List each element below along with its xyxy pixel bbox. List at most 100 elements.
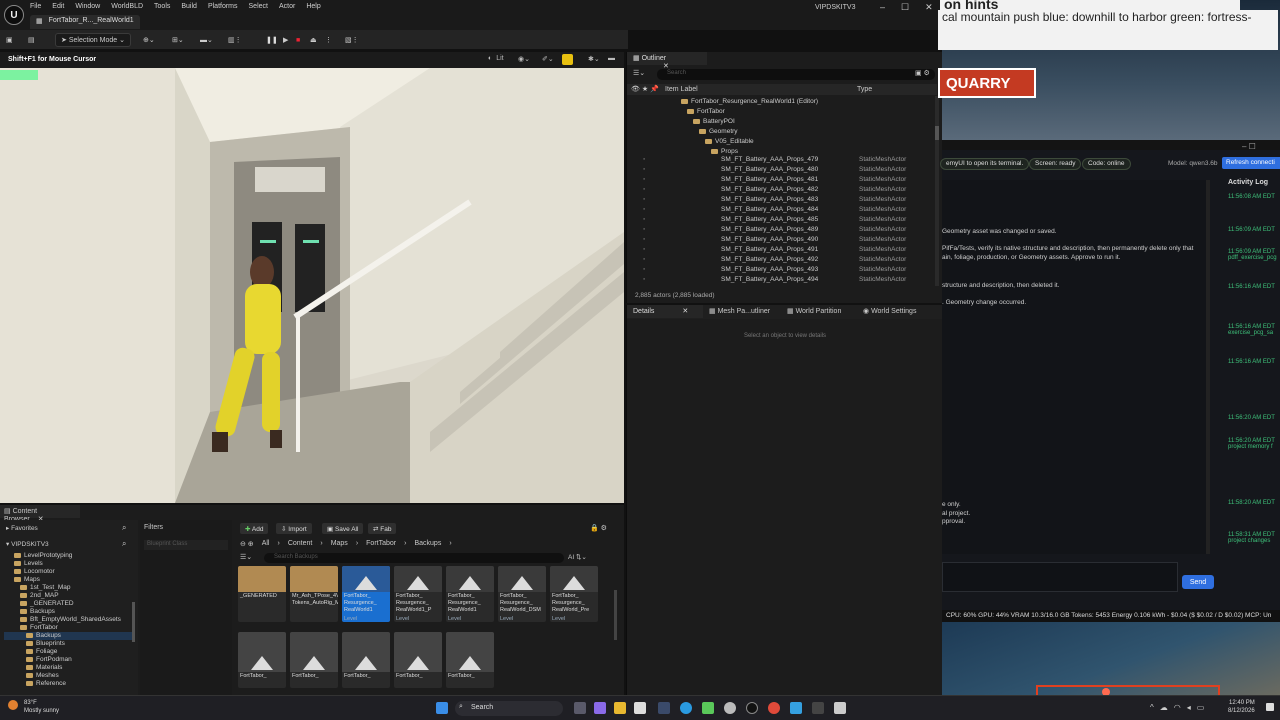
blueprint-icon[interactable]: ⊞⌄ xyxy=(172,33,184,47)
folder-tree-item[interactable]: _GENERATED xyxy=(4,600,74,608)
outliner-tree-row[interactable]: FortTabor_Resurgence_RealWorld1 (Editor) xyxy=(629,98,935,108)
start-icon[interactable] xyxy=(436,702,448,714)
menu-file[interactable]: File xyxy=(30,3,41,10)
save-icon[interactable]: ▣ xyxy=(6,33,13,47)
tab-mesh-partition[interactable]: ▦ Mesh Pa...utliner xyxy=(709,307,770,315)
crumb-forttabor[interactable]: FortTabor xyxy=(366,540,396,548)
file-explorer-icon[interactable] xyxy=(614,702,626,714)
outliner-search-input[interactable]: Search xyxy=(657,69,935,80)
asset-tile[interactable]: _GENERATED xyxy=(238,566,286,622)
asset-filter-icon[interactable]: ☰⌄ xyxy=(240,553,252,561)
volume-icon[interactable]: ◂ xyxy=(1187,703,1191,712)
fab-button[interactable]: ⇄ Fab xyxy=(368,523,397,534)
filter-icon[interactable]: ☰⌄ xyxy=(633,69,645,77)
menu-worldbld[interactable]: WorldBLD xyxy=(111,3,143,10)
asset-tile[interactable]: FortTabor_ Resurgence_ RealWorld_DSM Leve… xyxy=(498,566,546,622)
folder-tree-item[interactable]: Reference xyxy=(4,680,66,688)
asset-tile[interactable]: FortTabor_ Resurgence_ RealWorld_Pre Leve… xyxy=(550,566,598,622)
menu-tools[interactable]: Tools xyxy=(154,3,170,10)
chrome-icon[interactable] xyxy=(768,702,780,714)
stop-icon[interactable]: ■ xyxy=(296,33,300,47)
asset-tile[interactable]: FortTabor_ xyxy=(394,632,442,688)
menu-help[interactable]: Help xyxy=(306,3,320,10)
visibility-icon[interactable]: ▪ xyxy=(643,226,645,233)
folder-tree-item[interactable]: Bft_EmptyWorld_SharedAssets xyxy=(4,616,121,624)
level-viewport[interactable]: Shift+F1 for Mouse Cursor ◐ Lit ◉⌄ ✐⌄ ✱⌄ … xyxy=(0,52,624,503)
cinematics-icon[interactable]: ▬⌄ xyxy=(200,33,213,47)
taskbar-search[interactable]: ⌕ Search xyxy=(455,701,563,716)
asset-tile[interactable]: FortTabor_ xyxy=(290,632,338,688)
clock[interactable]: 12:40 PM 8/12/2026 xyxy=(1228,699,1255,715)
outliner-item-row[interactable]: ▪ SM_FT_Battery_AAA_Props_491 StaticMeshAc… xyxy=(629,246,935,256)
outliner-tab[interactable]: ▦ Outliner ✕ xyxy=(627,52,707,70)
visibility-icon[interactable]: ▪ xyxy=(643,266,645,273)
tree-search-icon[interactable]: ⌕ xyxy=(122,539,126,549)
system-tray[interactable]: ^ ☁ ◠ ◂ ▭ xyxy=(1150,703,1204,712)
wifi-icon[interactable]: ◠ xyxy=(1174,703,1181,712)
build-icon[interactable]: ▥⋮ xyxy=(228,33,242,47)
save-all-button[interactable]: ▣ Save All xyxy=(322,523,364,534)
folder-tree-item[interactable]: Backups xyxy=(4,608,55,616)
weather-widget[interactable]: 83°F Mostly sunny xyxy=(24,699,59,715)
play-icon[interactable]: ▶ xyxy=(283,33,288,47)
weather-icon[interactable] xyxy=(8,700,18,710)
outliner-tree-row[interactable]: BatteryPOI xyxy=(629,118,935,128)
tree-scrollbar[interactable] xyxy=(132,602,135,642)
root-folder[interactable]: ▾ VIPDSKITV3 xyxy=(6,540,49,548)
outliner-item-row[interactable]: ▪ SM_FT_Battery_AAA_Props_489 StaticMeshAc… xyxy=(629,226,935,236)
visibility-icon[interactable]: ▪ xyxy=(643,236,645,243)
col-item-label[interactable]: Item Label xyxy=(665,86,698,93)
menu-edit[interactable]: Edit xyxy=(52,3,64,10)
pause-icon[interactable]: ❚❚ xyxy=(266,33,278,47)
steam-icon[interactable] xyxy=(658,702,670,714)
folder-tree-item[interactable]: Levels xyxy=(4,560,43,568)
menu-select[interactable]: Select xyxy=(249,3,268,10)
visibility-icon[interactable]: ▪ xyxy=(643,206,645,213)
outliner-scrollbar[interactable] xyxy=(935,96,939,286)
close-icon[interactable]: ✕ xyxy=(925,2,933,13)
selection-mode-dropdown[interactable]: ➤ Selection Mode ⌄ xyxy=(55,33,132,47)
import-button[interactable]: ⇩ Import xyxy=(276,523,312,534)
folder-tree-item[interactable]: Locomotor xyxy=(4,568,55,576)
transform-icon[interactable]: ✐⌄ xyxy=(542,55,554,63)
outliner-item-row[interactable]: ▪ SM_FT_Battery_AAA_Props_490 StaticMeshAc… xyxy=(629,236,935,246)
search-icon[interactable]: ⌕ xyxy=(122,523,126,533)
cloud-icon[interactable]: ☁ xyxy=(1160,703,1168,712)
task-view-icon[interactable] xyxy=(574,702,586,714)
col-type[interactable]: Type xyxy=(857,86,872,93)
asset-scrollbar[interactable] xyxy=(614,590,617,640)
crumb-maps[interactable]: Maps xyxy=(331,540,348,548)
tab-world-settings[interactable]: ◉ World Settings xyxy=(863,307,916,315)
asset-tile[interactable]: Mr_Ash_TPose_4View_2K_Skin Tokens_AutoRi… xyxy=(290,566,338,622)
outliner-tree-row[interactable]: V05_Editable xyxy=(629,138,935,148)
chevron-up-icon[interactable]: ^ xyxy=(1150,703,1154,712)
outliner-item-row[interactable]: ▪ SM_FT_Battery_AAA_Props_494 StaticMeshAc… xyxy=(629,276,935,286)
visibility-icon[interactable]: ▪ xyxy=(643,246,645,253)
unreal-taskbar-icon[interactable] xyxy=(746,702,758,714)
nvidia-icon[interactable] xyxy=(702,702,714,714)
outliner-tree-row[interactable]: FortTabor xyxy=(629,108,935,118)
snap-icon[interactable] xyxy=(562,54,573,65)
store-icon[interactable] xyxy=(634,702,646,714)
asset-tile[interactable]: FortTabor_ xyxy=(342,632,390,688)
crumb-backups[interactable]: Backups xyxy=(414,540,441,548)
menu-window[interactable]: Window xyxy=(75,3,100,10)
terminal-icon[interactable] xyxy=(812,702,824,714)
outliner-tree-row[interactable]: Geometry xyxy=(629,128,935,138)
sort-icon[interactable]: AI ⇅⌄ xyxy=(568,553,587,561)
visibility-icon[interactable]: ▪ xyxy=(643,276,645,283)
visibility-icon[interactable]: ▪ xyxy=(643,166,645,173)
asset-tile[interactable]: FortTabor_ xyxy=(238,632,286,688)
asset-tile[interactable]: FortTabor_ xyxy=(446,632,494,688)
folder-tree-item[interactable]: FortTabor xyxy=(4,624,58,632)
folder-tree-item[interactable]: Blueprints xyxy=(4,640,65,648)
close-details-icon[interactable]: ✕ xyxy=(682,308,688,315)
outliner-item-row[interactable]: ▪ SM_FT_Battery_AAA_Props_482 StaticMeshAc… xyxy=(629,186,935,196)
crumb-all[interactable]: All xyxy=(262,540,270,548)
more-icon[interactable]: ⋮ xyxy=(325,33,332,47)
filter-blueprint-class[interactable]: Blueprint Class xyxy=(144,540,228,550)
show-flags-icon[interactable]: ◉⌄ xyxy=(518,55,530,63)
edge-icon[interactable] xyxy=(680,702,692,714)
menu-actor[interactable]: Actor xyxy=(279,3,295,10)
tab-world-partition[interactable]: ▦ World Partition xyxy=(787,307,841,315)
